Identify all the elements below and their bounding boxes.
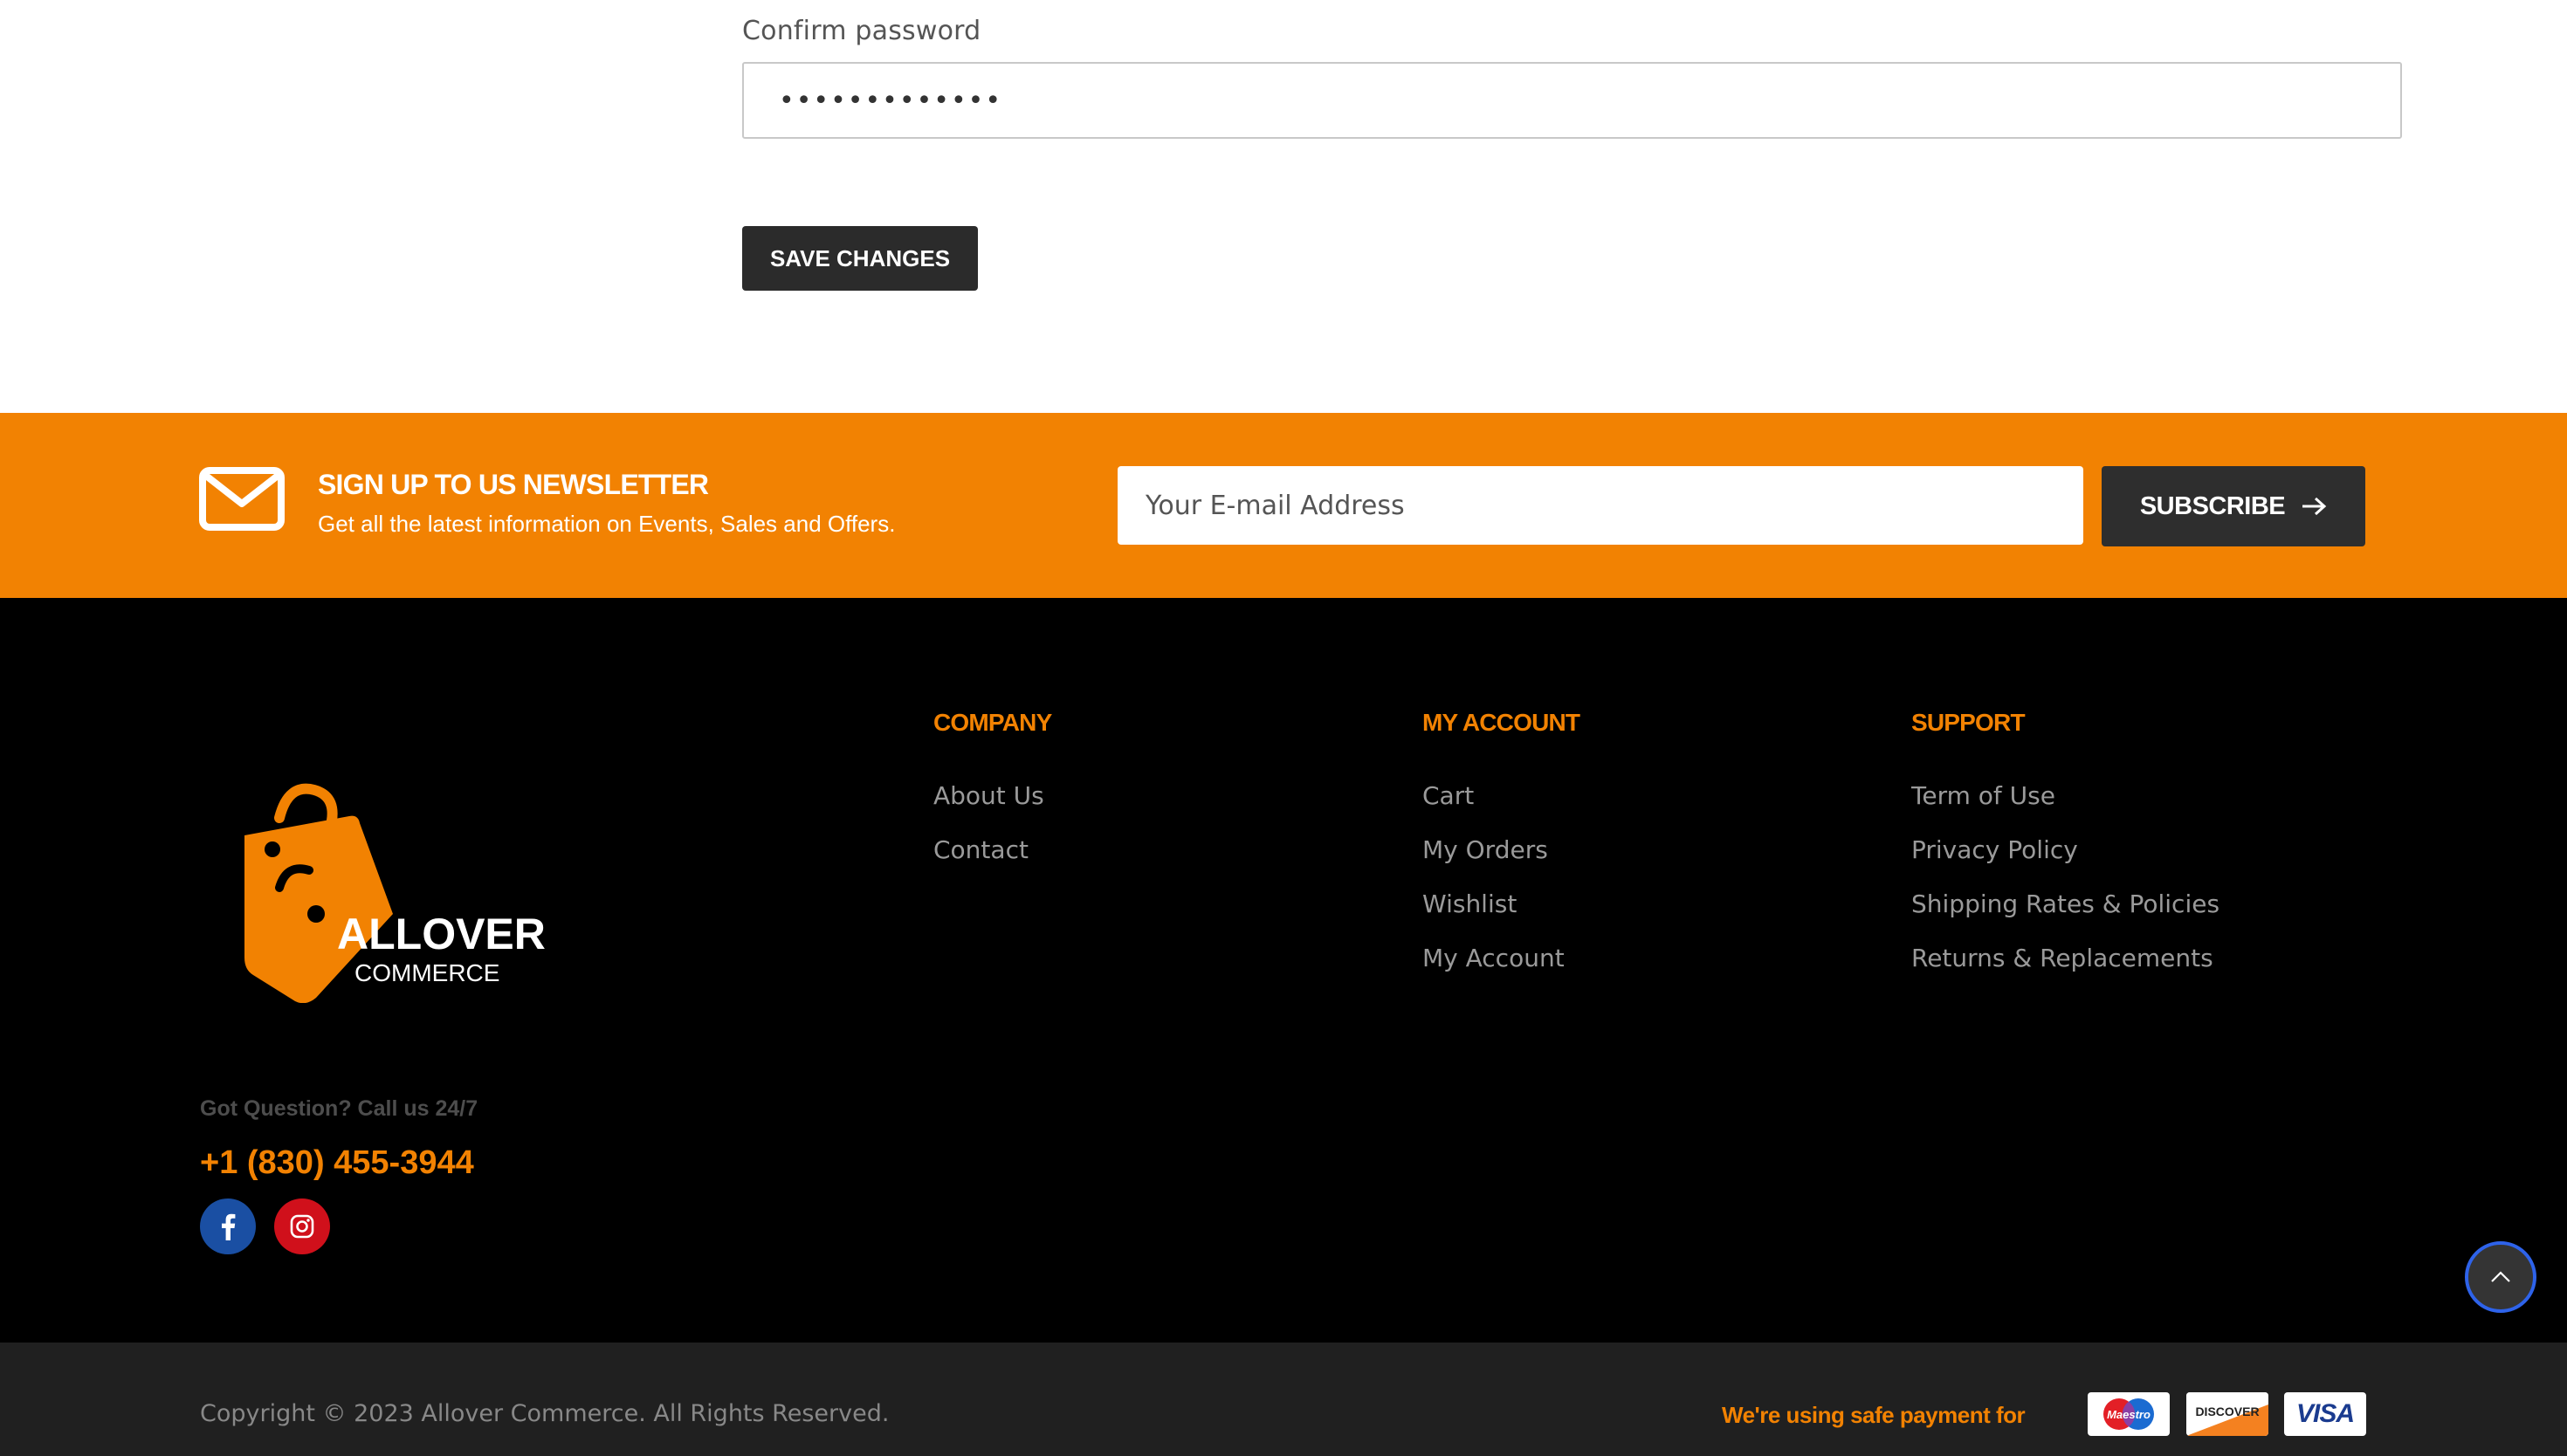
facebook-icon — [222, 1213, 236, 1240]
allover-commerce-logo[interactable]: ALLOVER COMMERCE — [218, 783, 550, 1003]
chevron-up-icon — [2491, 1271, 2510, 1282]
newsletter-email-input[interactable] — [1118, 466, 2083, 545]
safe-payment-text: We're using safe payment for — [1722, 1402, 2026, 1428]
footer-link-my-account[interactable]: My Account — [1422, 944, 1565, 972]
footer-link-contact[interactable]: Contact — [933, 835, 1029, 864]
subscribe-label: SUBSCRIBE — [2139, 491, 2286, 520]
svg-text:DISCOVER: DISCOVER — [2195, 1404, 2259, 1418]
save-changes-button[interactable]: SAVE CHANGES — [742, 226, 978, 291]
logo-line1: ALLOVER — [337, 910, 546, 958]
footer-link-term-of-use[interactable]: Term of Use — [1911, 781, 2055, 810]
envelope-icon — [199, 467, 285, 531]
copyright-text: Copyright © 2023 Allover Commerce. All R… — [200, 1400, 890, 1427]
newsletter-title: SIGN UP TO US NEWSLETTER — [318, 469, 709, 500]
instagram-icon — [290, 1214, 314, 1239]
arrow-right-icon — [2302, 497, 2327, 516]
company-heading: COMPANY — [933, 709, 1052, 736]
confirm-password-label: Confirm password — [742, 16, 981, 46]
instagram-button[interactable] — [274, 1198, 330, 1254]
scroll-to-top-button[interactable] — [2465, 1241, 2536, 1313]
site-footer: ALLOVER COMMERCE COMPANY About Us Contac… — [0, 598, 2567, 1343]
footer-link-returns[interactable]: Returns & Replacements — [1911, 944, 2213, 972]
subscribe-button[interactable]: SUBSCRIBE — [2102, 466, 2365, 546]
footer-link-privacy-policy[interactable]: Privacy Policy — [1911, 835, 2078, 864]
facebook-button[interactable] — [200, 1198, 256, 1254]
footer-link-shipping-rates[interactable]: Shipping Rates & Policies — [1911, 889, 2219, 918]
support-heading: SUPPORT — [1911, 709, 2026, 736]
newsletter-subtitle: Get all the latest information on Events… — [318, 511, 896, 537]
support-phone[interactable]: +1 (830) 455-3944 — [200, 1144, 474, 1182]
logo-line2: COMMERCE — [354, 959, 499, 986]
my-account-heading: MY ACCOUNT — [1422, 709, 1580, 736]
bottom-bar: Copyright © 2023 Allover Commerce. All R… — [0, 1343, 2567, 1456]
newsletter-banner: SIGN UP TO US NEWSLETTER Get all the lat… — [0, 413, 2567, 598]
discover-card-icon: DISCOVER — [2186, 1392, 2268, 1436]
footer-link-cart[interactable]: Cart — [1422, 781, 1474, 810]
svg-text:Maestro: Maestro — [2107, 1408, 2151, 1421]
maestro-card-icon: Maestro — [2088, 1392, 2170, 1436]
footer-link-about-us[interactable]: About Us — [933, 781, 1044, 810]
confirm-password-input[interactable] — [742, 62, 2402, 139]
support-question: Got Question? Call us 24/7 — [200, 1096, 478, 1121]
visa-card-icon: VISA — [2284, 1392, 2366, 1436]
account-form: Confirm password SAVE CHANGES — [0, 0, 2567, 413]
footer-link-my-orders[interactable]: My Orders — [1422, 835, 1548, 864]
footer-link-wishlist[interactable]: Wishlist — [1422, 889, 1517, 918]
